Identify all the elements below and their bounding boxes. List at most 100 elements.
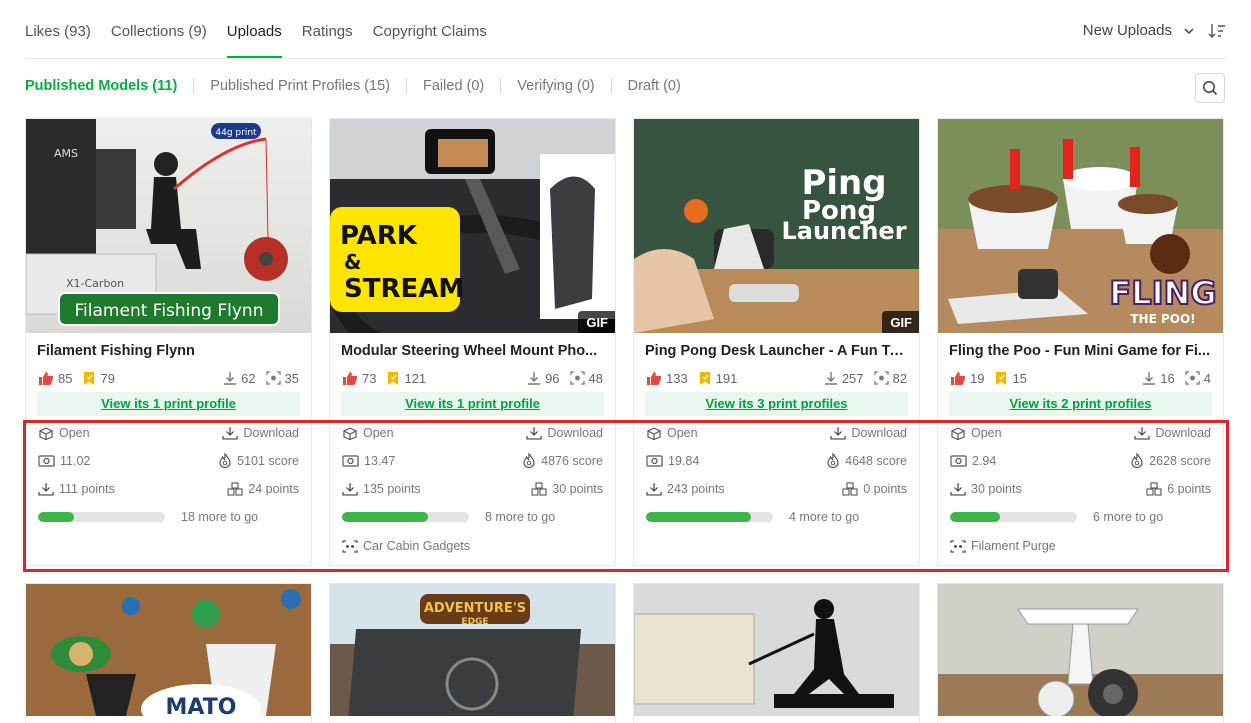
like-count[interactable]: 85 <box>38 371 72 386</box>
cash-icon <box>342 455 359 467</box>
subtab-verifying[interactable]: Verifying (0) <box>517 78 594 94</box>
model-thumbnail[interactable]: Ping Pong Launcher GIF <box>634 119 919 333</box>
download-icon <box>950 483 966 496</box>
download-points-text: 243 points <box>667 482 725 496</box>
card-actions: Open Download <box>950 426 1211 440</box>
sort-dropdown[interactable]: New Uploads <box>1083 22 1226 39</box>
view-print-profile-link[interactable]: View its 1 print profile <box>405 396 540 411</box>
collection-tag[interactable]: Car Cabin Gadgets <box>342 539 603 553</box>
thumb-brand2-text: X1-Carbon <box>66 277 124 290</box>
model-card[interactable] <box>633 583 920 723</box>
tab-likes[interactable]: Likes (93) <box>25 0 91 58</box>
view-print-profile-link[interactable]: View its 2 print profiles <box>1009 396 1151 411</box>
model-title[interactable]: Filament Fishing Flynn <box>37 343 300 359</box>
model-title[interactable]: Modular Steering Wheel Mount Pho... <box>341 343 604 359</box>
model-thumbnail-image <box>938 584 1223 716</box>
model-card[interactable]: ADVENTURE'S EDGE <box>329 583 616 723</box>
subtab-failed[interactable]: Failed (0) <box>423 78 484 94</box>
collect-count[interactable]: 121 <box>386 371 426 386</box>
sort-order-icon[interactable] <box>1208 23 1226 39</box>
like-count-value: 85 <box>58 370 73 386</box>
subtab-published-print-profiles[interactable]: Published Print Profiles (15) <box>210 78 390 94</box>
view-print-profile-link[interactable]: View its 3 print profiles <box>705 396 847 411</box>
download-label: Download <box>547 426 603 440</box>
level-progress: 18 more to go <box>38 510 299 524</box>
chevron-down-icon <box>1184 27 1194 34</box>
tab-copyright-claims[interactable]: Copyright Claims <box>373 0 487 58</box>
more-to-go-text: 8 more to go <box>485 510 556 524</box>
print-icon <box>569 371 585 385</box>
download-button[interactable]: Download <box>222 426 299 440</box>
download-button[interactable]: Download <box>526 426 603 440</box>
download-count-value: 16 <box>1160 370 1175 386</box>
divider <box>193 78 195 94</box>
model-thumbnail[interactable] <box>634 584 919 716</box>
model-card[interactable]: MATO <box>25 583 312 723</box>
subtab-published-models[interactable]: Published Models (11) <box>25 78 177 94</box>
download-icon <box>224 372 237 385</box>
like-count-value: 133 <box>666 370 688 386</box>
like-count[interactable]: 19 <box>950 371 984 386</box>
download-points: 135 points <box>342 482 421 496</box>
open-button[interactable]: Open <box>342 426 394 440</box>
like-count[interactable]: 73 <box>342 371 376 386</box>
model-title[interactable]: Ping Pong Desk Launcher - A Fun To... <box>645 343 908 359</box>
tab-collections[interactable]: Collections (9) <box>111 0 207 58</box>
collect-count[interactable]: 191 <box>698 370 738 386</box>
collection-icon <box>342 539 358 553</box>
subtab-draft[interactable]: Draft (0) <box>628 78 681 94</box>
model-thumbnail[interactable]: 44g print AMS X1-Carbon Filament Fishing… <box>26 119 311 333</box>
print-profile-banner: View its 1 print profile <box>37 392 300 416</box>
like-count[interactable]: 133 <box>646 371 688 386</box>
model-card[interactable]: Ping Pong Launcher GIF Ping Pong Desk La… <box>633 118 920 566</box>
score-text: 5101 score <box>237 453 299 468</box>
open-button[interactable]: Open <box>950 426 1002 440</box>
card-actions: Open Download <box>342 426 603 440</box>
progress-fill <box>342 512 429 522</box>
tab-uploads[interactable]: Uploads <box>226 0 282 58</box>
thumb-title2-text: EDGE <box>461 617 488 627</box>
thumb-title-text: FLING <box>1109 274 1216 312</box>
open-box-icon <box>646 427 662 440</box>
model-thumbnail[interactable] <box>938 584 1223 716</box>
thumb-badge-text: 44g print <box>215 128 257 138</box>
model-thumbnail-image: Ping Pong Launcher <box>634 119 919 333</box>
view-print-profile-link[interactable]: View its 1 print profile <box>101 396 236 411</box>
collect-count-value: 121 <box>404 370 427 386</box>
collection-tag[interactable]: Filament Purge <box>950 539 1211 553</box>
open-button[interactable]: Open <box>38 426 90 440</box>
collect-count-value: 191 <box>715 370 738 386</box>
bookmark-icon <box>388 371 399 385</box>
open-box-icon <box>342 427 358 440</box>
model-card[interactable]: 44g print AMS X1-Carbon Filament Fishing… <box>25 118 312 566</box>
score-value: 4648 score <box>826 453 907 468</box>
open-button[interactable]: Open <box>646 426 698 440</box>
model-thumbnail[interactable]: FLING THE POO! <box>938 119 1223 333</box>
collection-name: Filament Purge <box>971 539 1056 553</box>
progress-bar <box>646 512 773 522</box>
download-icon <box>824 372 837 385</box>
download-button[interactable]: Download <box>830 426 907 440</box>
collection-icon <box>950 539 966 553</box>
model-card[interactable]: PARK & STREAM GIF Modular Steering Wheel… <box>329 118 616 566</box>
model-card[interactable] <box>937 583 1224 723</box>
model-card[interactable]: FLING THE POO! Fling the Poo - Fun Mini … <box>937 118 1224 566</box>
model-thumbnail[interactable]: ADVENTURE'S EDGE <box>330 584 615 716</box>
download-icon <box>830 427 847 440</box>
score-value: 4876 score <box>522 453 603 468</box>
download-points: 30 points <box>950 482 1022 496</box>
open-label: Open <box>363 426 394 440</box>
collect-count[interactable]: 15 <box>994 370 1027 386</box>
model-thumbnail[interactable]: PARK & STREAM GIF <box>330 119 615 333</box>
search-button[interactable] <box>1195 73 1225 103</box>
thumb-title-text: PARK <box>340 221 418 251</box>
collect-count-value: 15 <box>1012 370 1027 386</box>
collect-count[interactable]: 79 <box>82 371 115 386</box>
print-points-text: 24 points <box>248 482 299 496</box>
download-button[interactable]: Download <box>1134 426 1211 440</box>
tab-ratings[interactable]: Ratings <box>302 0 353 58</box>
model-thumbnail[interactable]: MATO <box>26 584 311 716</box>
open-label: Open <box>667 426 698 440</box>
model-title[interactable]: Fling the Poo - Fun Mini Game for Fi... <box>949 343 1212 359</box>
card-earnings: 19.84 4648 score <box>646 453 907 468</box>
